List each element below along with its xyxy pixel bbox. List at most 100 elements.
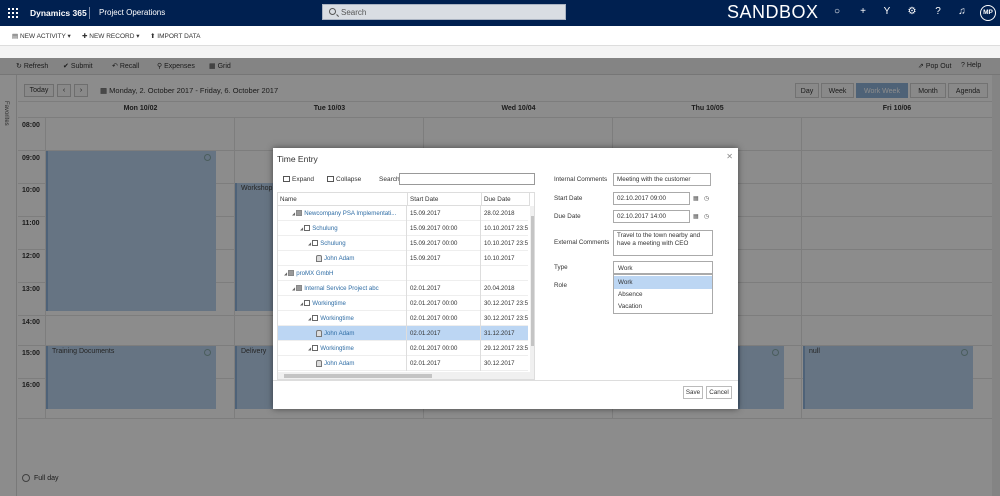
tree-row[interactable]: ◢ Workingtime 02.01.2017 00:00 29.12.2017 … xyxy=(278,341,528,356)
tree-row-name: ◢ Newcompany PSA Implementati... xyxy=(278,206,407,221)
assistant-icon[interactable]: ♫ xyxy=(955,6,969,17)
tree-row-name: John Adam xyxy=(278,356,407,371)
app-name[interactable]: Project Operations xyxy=(99,8,165,17)
start-date-input[interactable]: 02.10.2017 09:00 xyxy=(613,192,690,205)
tree-row-label: proMX GmbH xyxy=(296,270,334,277)
expand-icon xyxy=(283,176,290,183)
tree-row-due-date xyxy=(482,266,528,281)
tree-row-due-date: 20.04.2018 xyxy=(484,285,515,292)
external-comments-input[interactable]: Travel to the town nearby and have a mee… xyxy=(613,230,713,256)
tree-row[interactable]: John Adam 02.01.2017 31.12.2017 xyxy=(278,326,528,341)
column-header-start-date[interactable]: Start Date xyxy=(408,193,482,206)
folder-icon xyxy=(296,210,303,217)
tree-row[interactable]: ◢ Workingtime 02.01.2017 00:00 30.12.2017 … xyxy=(278,311,528,326)
top-nav-bar: Dynamics 365 Project Operations Search S… xyxy=(0,0,1000,26)
tree-vertical-scrollbar[interactable] xyxy=(530,206,534,379)
global-search-input[interactable]: Search xyxy=(322,4,566,20)
tree-row-label: John Adam xyxy=(324,255,355,262)
collapse-button[interactable]: Collapse xyxy=(327,176,361,183)
brand-name[interactable]: Dynamics 365 xyxy=(30,8,87,18)
doc-icon xyxy=(304,225,311,232)
user-avatar[interactable]: MP xyxy=(980,5,996,21)
dialog-title: Time Entry xyxy=(277,154,318,164)
person-icon xyxy=(316,254,322,262)
plus-icon[interactable]: + xyxy=(856,6,870,17)
external-comments-label: External Comments xyxy=(554,239,610,246)
clock-icon[interactable]: ◷ xyxy=(704,213,709,220)
doc-icon xyxy=(304,300,311,307)
tree-row-start-date: 02.01.2017 00:00 xyxy=(408,296,481,311)
subheader-strip xyxy=(0,46,1000,58)
tree-row-due-date: 10.10.2017 23:5 xyxy=(484,225,528,232)
column-header-due-date[interactable]: Due Date xyxy=(482,193,530,206)
role-label: Role xyxy=(554,282,567,289)
tree-row-start-date: 02.01.2017 xyxy=(408,281,481,296)
tree-row-start-date: 02.01.2017 00:00 xyxy=(408,341,481,356)
tree-row[interactable]: ◢ Schulung 15.09.2017 00:00 10.10.2017 23:… xyxy=(278,236,528,251)
tree-row-label: John Adam xyxy=(324,360,355,367)
tree-row-label: John Adam xyxy=(324,330,355,337)
tree-row[interactable]: ◢ Workingtime 02.01.2017 00:00 30.12.2017 … xyxy=(278,296,528,311)
tree-row[interactable]: ◢ Newcompany PSA Implementati... 15.09.20… xyxy=(278,206,528,221)
tree-row-label: Workingtime xyxy=(320,315,354,322)
tree-row-due-date: 10.10.2017 xyxy=(484,255,515,262)
new-record-label: NEW RECORD xyxy=(89,33,135,40)
type-label: Type xyxy=(554,264,568,271)
tree-horizontal-scrollbar[interactable] xyxy=(278,372,530,379)
scroll-thumb[interactable] xyxy=(284,374,432,378)
tree-row[interactable]: ◢ proMX GmbH xyxy=(278,266,528,281)
gear-icon[interactable]: ⚙ xyxy=(905,6,919,17)
calendar-icon[interactable]: ▦ xyxy=(693,213,699,220)
tree-row-start-date: 15.09.2017 00:00 xyxy=(408,221,481,236)
person-icon xyxy=(316,329,322,337)
close-icon[interactable]: ✕ xyxy=(726,152,733,161)
doc-icon xyxy=(312,345,319,352)
import-data-button[interactable]: ⬆ IMPORT DATA xyxy=(150,32,200,40)
scroll-thumb[interactable] xyxy=(531,216,534,346)
collapse-icon xyxy=(327,176,334,183)
filter-icon[interactable]: Y xyxy=(880,6,894,17)
tree-row-name: ◢ Schulung xyxy=(278,236,407,251)
app-launcher-icon[interactable] xyxy=(8,8,18,18)
tree-search-input[interactable] xyxy=(399,173,535,185)
environment-label: SANDBOX xyxy=(727,2,819,22)
project-tree-grid: Name Start Date Due Date ◢ Newcompany PS… xyxy=(277,192,535,380)
tree-row-start-date: 15.09.2017 00:00 xyxy=(408,236,481,251)
tree-row[interactable]: ◢ Schulung 15.09.2017 00:00 10.10.2017 23:… xyxy=(278,221,528,236)
lightbulb-icon[interactable]: ○ xyxy=(830,6,844,17)
column-header-name[interactable]: Name xyxy=(278,193,408,206)
clock-icon[interactable]: ◷ xyxy=(704,195,709,202)
new-record-button[interactable]: ✚ NEW RECORD ▾ xyxy=(82,32,139,40)
tree-row[interactable]: ◢ Internal Service Project abc 02.01.2017… xyxy=(278,281,528,296)
internal-comments-input[interactable]: Meeting with the customer xyxy=(613,173,711,186)
tree-row-name: ◢ Schulung xyxy=(278,221,407,236)
tree-row-due-date: 30.12.2017 xyxy=(484,360,515,367)
search-icon xyxy=(329,8,336,15)
import-data-label: IMPORT DATA xyxy=(157,33,201,40)
tree-row[interactable]: John Adam 02.01.2017 30.12.2017 xyxy=(278,356,528,371)
help-icon[interactable]: ? xyxy=(931,6,945,17)
tree-row-name: ◢ proMX GmbH xyxy=(278,266,407,281)
nav-divider xyxy=(89,7,90,19)
tree-row-label: Schulung xyxy=(312,225,338,232)
type-select[interactable]: Work xyxy=(613,261,713,274)
cancel-button[interactable]: Cancel xyxy=(706,386,732,399)
person-icon xyxy=(316,359,322,367)
calendar-icon[interactable]: ▦ xyxy=(693,195,699,202)
search-placeholder: Search xyxy=(341,8,367,17)
expand-button[interactable]: Expand xyxy=(283,176,314,183)
command-bar: ▤ NEW ACTIVITY ▾ ✚ NEW RECORD ▾ ⬆ IMPORT… xyxy=(0,26,1000,46)
type-option-vacation[interactable]: Vacation xyxy=(614,300,712,313)
doc-icon xyxy=(312,240,319,247)
save-button[interactable]: Save xyxy=(683,386,703,399)
tree-row[interactable]: John Adam 15.09.2017 10.10.2017 xyxy=(278,251,528,266)
time-entry-dialog: Time Entry ✕ Expand Collapse Search Name… xyxy=(273,148,738,409)
start-date-label: Start Date xyxy=(554,195,583,202)
collapse-label: Collapse xyxy=(336,176,362,183)
new-activity-button[interactable]: ▤ NEW ACTIVITY ▾ xyxy=(12,32,71,40)
tree-row-label: Schulung xyxy=(320,240,346,247)
tree-row-start-date: 15.09.2017 xyxy=(408,206,481,221)
folder-icon xyxy=(296,285,303,292)
due-date-input[interactable]: 02.10.2017 14:00 xyxy=(613,210,690,223)
tree-row-name: ◢ Workingtime xyxy=(278,296,407,311)
